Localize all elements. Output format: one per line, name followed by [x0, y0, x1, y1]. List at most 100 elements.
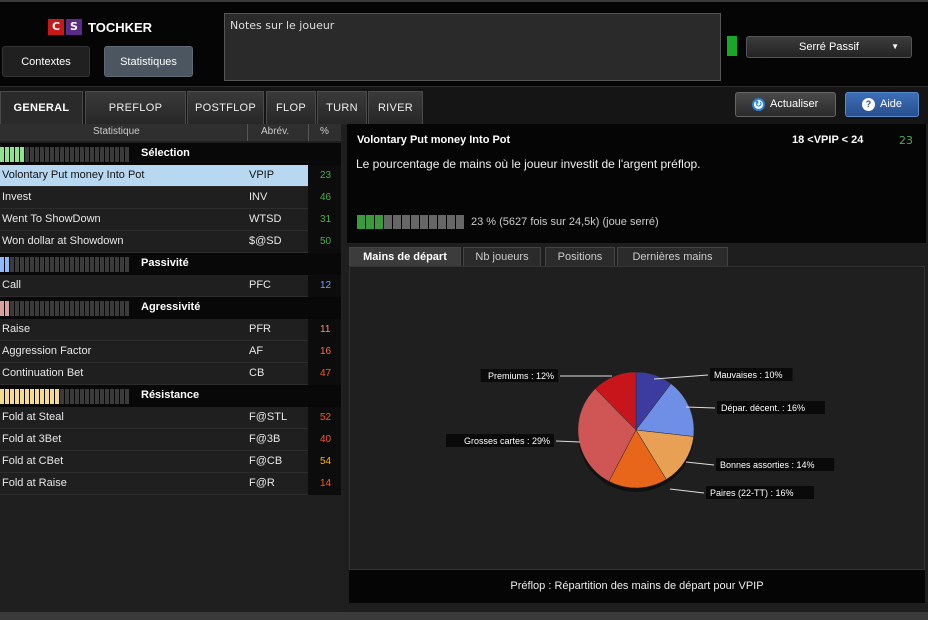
meter-segment — [402, 215, 410, 229]
tab-turn[interactable]: TURN — [317, 91, 367, 125]
pie-label-text: Bonnes assorties : 14% — [720, 460, 815, 470]
pie-leader-line — [555, 440, 581, 443]
stat-abbr: F@CB — [249, 455, 283, 467]
table-row[interactable]: Raise PFR 11 — [0, 319, 341, 341]
detail-description: Le pourcentage de mains où le joueur inv… — [356, 157, 701, 171]
stat-abbr: PFR — [249, 323, 271, 335]
meter-segment — [429, 215, 437, 229]
detail-meter — [357, 215, 464, 229]
section-meter — [0, 147, 129, 162]
meter-segment — [366, 215, 374, 229]
tab-dernieres-mains[interactable]: Dernières mains — [617, 247, 728, 267]
table-row[interactable]: Aggression Factor AF 16 — [0, 341, 341, 363]
pie-label-text: Mauvaises : 10% — [714, 370, 783, 380]
contextes-button[interactable]: Contextes — [2, 46, 90, 77]
tab-positions[interactable]: Positions — [545, 247, 615, 267]
section-header: Résistance — [0, 385, 341, 407]
table-row[interactable]: Fold at 3Bet F@3B 40 — [0, 429, 341, 451]
table-row[interactable]: Invest INV 46 — [0, 187, 341, 209]
stat-value: 12 — [308, 275, 341, 297]
stat-label: Won dollar at Showdown — [2, 235, 124, 247]
section-title: Sélection — [141, 147, 190, 159]
actualiser-label: Actualiser — [770, 98, 819, 110]
pie-chart: Mauvaises : 10% Dépar. décent. : 16% Bonne… — [446, 368, 835, 499]
tab-river[interactable]: RIVER — [368, 91, 423, 125]
stat-label: Aggression Factor — [2, 345, 92, 357]
stat-label: Went To ShowDown — [2, 213, 101, 225]
section-title: Agressivité — [141, 301, 201, 313]
meter-segment — [393, 215, 401, 229]
detail-stat-line: 23 % (5627 fois sur 24,5k) (joue serré) — [471, 216, 659, 228]
pie-label: Bonnes assorties : 14% — [716, 458, 835, 471]
stat-label: Continuation Bet — [2, 367, 84, 379]
meter-segment — [384, 215, 392, 229]
chevron-down-icon: ▼ — [891, 42, 899, 51]
stat-abbr: F@STL — [249, 411, 288, 423]
statistiques-button[interactable]: Statistiques — [104, 46, 193, 77]
pie-label-text: Grosses cartes : 29% — [464, 436, 550, 446]
aide-button[interactable]: ? Aide — [845, 92, 919, 117]
detail-title: Volontary Put money Into Pot — [357, 134, 511, 146]
stat-abbr: AF — [249, 345, 264, 357]
section-meter — [0, 301, 129, 316]
pie-label: Dépar. décent. : 16% — [717, 401, 825, 414]
stat-label: Raise — [2, 323, 31, 335]
stat-label: Invest — [2, 191, 32, 203]
table-row[interactable]: Fold at Raise F@R 14 — [0, 473, 341, 495]
stat-label: Fold at Steal — [2, 411, 64, 423]
col-pct: % — [320, 126, 329, 137]
col-abrev: Abrév. — [261, 126, 290, 137]
table-row[interactable]: Continuation Bet CB 47 — [0, 363, 341, 385]
stat-value: 50 — [308, 231, 341, 253]
tab-flop[interactable]: FLOP — [266, 91, 316, 125]
pie-label-text: Dépar. décent. : 16% — [721, 403, 805, 413]
stat-value: 47 — [308, 363, 341, 385]
tab-postflop[interactable]: POSTFLOP — [187, 91, 264, 125]
logo: C S TOCHKER — [48, 18, 152, 36]
tab-preflop[interactable]: PREFLOP — [85, 91, 186, 125]
stat-abbr: F@R — [249, 477, 275, 489]
meter-segment — [357, 215, 365, 229]
player-type-value: Serré Passif — [799, 41, 859, 53]
section-meter — [0, 389, 129, 404]
stat-abbr: WTSD — [249, 213, 282, 225]
table-row[interactable]: Call PFC 12 — [0, 275, 341, 297]
player-type-dropdown[interactable]: Serré Passif ▼ — [746, 36, 912, 58]
tab-general[interactable]: GENERAL — [0, 91, 83, 125]
table-row[interactable]: Fold at CBet F@CB 54 — [0, 451, 341, 473]
table-row[interactable]: Won dollar at Showdown $@SD 50 — [0, 231, 341, 253]
stats-table: Statistique Abrév. % Sélection Volontary … — [0, 124, 343, 620]
pie-label: Paires (22-TT) : 16% — [706, 486, 814, 499]
stat-value: 14 — [308, 473, 341, 495]
stat-value: 46 — [308, 187, 341, 209]
app-window: C S TOCHKER Contextes Statistiques Serré… — [0, 0, 928, 620]
logo-c: C — [48, 19, 64, 35]
stat-abbr: CB — [249, 367, 265, 379]
table-row[interactable]: Volontary Put money Into Pot VPIP 23 — [0, 165, 341, 187]
actualiser-button[interactable]: ↻ Actualiser — [735, 92, 836, 117]
detail-value: 23 — [899, 134, 913, 147]
meter-segment — [411, 215, 419, 229]
stat-value: 31 — [308, 209, 341, 231]
stat-detail-panel: Volontary Put money Into Pot 18 <VPIP < … — [347, 124, 926, 243]
section-header: Sélection — [0, 143, 341, 165]
section-title: Passivité — [141, 257, 189, 269]
logo-s: S — [66, 19, 82, 35]
detail-range: 18 <VPIP < 24 — [792, 134, 864, 146]
meter-segment — [456, 215, 464, 229]
header: C S TOCHKER Contextes Statistiques Serré… — [0, 0, 928, 86]
pie-label: Grosses cartes : 29% — [446, 434, 554, 447]
table-row[interactable]: Fold at Steal F@STL 52 — [0, 407, 341, 429]
pie-label-text: Paires (22-TT) : 16% — [710, 488, 794, 498]
tab-mains-de-depart[interactable]: Mains de départ — [349, 247, 461, 267]
table-header: Statistique Abrév. % — [0, 124, 341, 141]
pie-leader-line — [685, 461, 715, 466]
section-header: Passivité — [0, 253, 341, 275]
player-notes-input[interactable] — [224, 13, 721, 81]
table-row[interactable]: Went To ShowDown WTSD 31 — [0, 209, 341, 231]
player-color-indicator — [727, 36, 737, 56]
pie-label-text: Premiums : 12% — [488, 371, 554, 381]
pie-leader-line — [653, 374, 709, 380]
section-header: Agressivité — [0, 297, 341, 319]
tab-nb-joueurs[interactable]: Nb joueurs — [463, 247, 541, 267]
